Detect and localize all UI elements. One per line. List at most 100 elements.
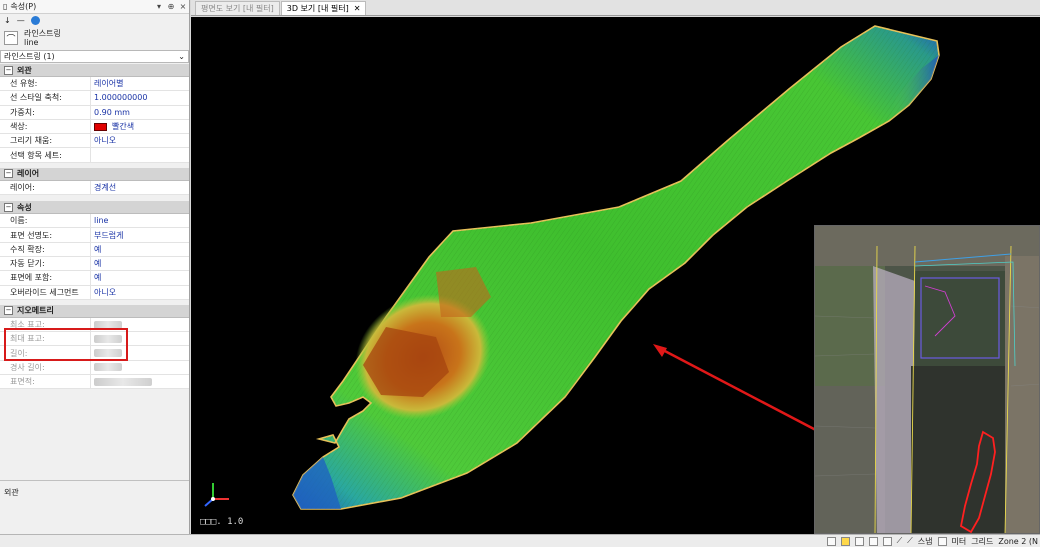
section-geometry-header[interactable]: − 지오메트리 xyxy=(0,304,189,318)
blurred-value xyxy=(91,361,189,374)
object-selector-value: 라인스트링 (1) xyxy=(4,52,55,61)
view-scale-label: □□□. 1.0 xyxy=(200,517,244,527)
object-name: line xyxy=(24,38,39,47)
linestring-icon: ⌒ xyxy=(4,31,18,45)
close-icon[interactable]: × xyxy=(177,2,189,11)
property-key: 레이어: xyxy=(0,180,91,195)
property-row[interactable]: 수직 확장: 예 xyxy=(0,242,189,257)
object-type: 라인스트링 xyxy=(24,29,61,38)
property-row[interactable]: 이름: line xyxy=(0,214,189,229)
properties-panel-title: 속성(P) xyxy=(10,2,37,11)
status-bar: ⟋ ⟋ 스냅 미터 그리드 Zone 2 (N xyxy=(0,534,1040,547)
document-icon: ▯ xyxy=(3,2,8,11)
property-row[interactable]: 선 유형: 레이어별 xyxy=(0,77,189,92)
property-value[interactable]: 아니오 xyxy=(91,134,189,147)
view-tabbar: 평면도 보기 [내 필터] 3D 보기 [내 필터] ✕ xyxy=(191,0,1040,16)
property-value[interactable]: 예 xyxy=(91,243,189,256)
collapse-icon[interactable]: − xyxy=(4,169,13,179)
aerial-photo xyxy=(815,226,1039,533)
property-key: 선택 항목 세트: xyxy=(0,148,91,162)
property-key: 선 스타일 축척: xyxy=(0,91,91,105)
zoom-icon[interactable] xyxy=(854,536,864,546)
property-value[interactable]: 레이어별 xyxy=(91,77,189,90)
aerial-map-inset xyxy=(814,225,1040,534)
property-value[interactable]: 아니오 xyxy=(91,286,189,299)
description-area: 외관 xyxy=(0,480,189,534)
section-title: 지오메트리 xyxy=(17,306,54,316)
property-key: 표면적: xyxy=(0,375,91,389)
property-value[interactable]: 예 xyxy=(91,271,189,284)
property-key: 색상: xyxy=(0,119,91,134)
section-appearance-header[interactable]: − 외관 xyxy=(0,64,189,77)
blurred-value xyxy=(91,375,189,388)
3d-viewport[interactable]: □□□. 1.0 xyxy=(191,17,1040,534)
tab-label: 3D 보기 [내 필터] xyxy=(286,4,349,13)
pin-icon[interactable]: ⊕ xyxy=(165,2,177,11)
object-selector-dropdown[interactable]: 라인스트링 (1) ⌄ xyxy=(0,50,189,63)
collapse-icon[interactable]: − xyxy=(4,202,13,212)
coordinate-icon[interactable] xyxy=(826,536,836,546)
property-value[interactable]: 경계선 xyxy=(91,181,189,194)
property-row[interactable]: 색상: 빨간색 xyxy=(0,119,189,135)
tab-plan-view[interactable]: 평면도 보기 [내 필터] xyxy=(195,1,280,15)
selected-object-info: ⌒ 라인스트링 line xyxy=(0,27,189,49)
property-row[interactable]: 선택 항목 세트: xyxy=(0,148,189,163)
property-value[interactable] xyxy=(91,148,189,161)
property-key: 오버라이드 세그먼트 xyxy=(0,285,91,299)
properties-toolbar: ↓ — xyxy=(0,14,189,27)
snap-label[interactable]: 스냅 xyxy=(918,536,933,547)
property-row[interactable]: 레이어: 경계선 xyxy=(0,180,189,196)
property-row[interactable]: 가중치: 0.90 mm xyxy=(0,105,189,120)
properties-panel: ▯ 속성(P) ▾ ⊕ × ↓ — ⌒ 라인스트링 line 라인스트링 (1)… xyxy=(0,0,190,534)
property-value[interactable]: 예 xyxy=(91,257,189,270)
color-value[interactable]: 빨간색 xyxy=(91,120,189,133)
tab-3d-view[interactable]: 3D 보기 [내 필터] ✕ xyxy=(280,1,367,15)
property-key: 자동 닫기: xyxy=(0,256,91,271)
property-value[interactable]: line xyxy=(91,214,189,227)
property-value[interactable]: 0.90 mm xyxy=(91,106,189,119)
property-key: 수직 확장: xyxy=(0,242,91,256)
section-title: 외관 xyxy=(17,65,32,75)
unit-label[interactable]: 미터 xyxy=(952,536,967,547)
property-value[interactable]: 부드럽게 xyxy=(91,228,189,241)
property-key: 그리기 채움: xyxy=(0,134,91,148)
close-icon[interactable]: ✕ xyxy=(354,4,361,13)
zone-label[interactable]: Zone 2 (N xyxy=(998,537,1038,546)
property-row[interactable]: 표면 선명도: 부드럽게 xyxy=(0,228,189,243)
collapse-icon[interactable]: − xyxy=(4,65,13,75)
highlight-box xyxy=(4,328,128,361)
property-key: 선 유형: xyxy=(0,77,91,91)
color-name: 빨간색 xyxy=(112,122,135,132)
minimize-icon[interactable]: — xyxy=(17,16,25,25)
quick-select-icon[interactable] xyxy=(30,16,40,25)
unit-icon[interactable] xyxy=(937,536,947,546)
collapse-icon[interactable]: − xyxy=(4,306,13,316)
property-row: 표면적: xyxy=(0,375,189,390)
properties-panel-header: ▯ 속성(P) ▾ ⊕ × xyxy=(0,0,189,14)
property-value[interactable]: 1.000000000 xyxy=(91,91,189,104)
description-title: 외관 xyxy=(4,488,19,497)
property-key: 경사 길이: xyxy=(0,360,91,375)
color-swatch xyxy=(94,122,107,131)
property-row[interactable]: 오버라이드 세그먼트 아니오 xyxy=(0,285,189,300)
chevron-down-icon: ⌄ xyxy=(178,52,185,61)
property-row[interactable]: 선 스타일 축척: 1.000000000 xyxy=(0,91,189,106)
section-title: 레이어 xyxy=(17,169,40,179)
layer-icon[interactable] xyxy=(868,536,878,546)
property-row[interactable]: 그리기 채움: 아니오 xyxy=(0,134,189,149)
section-layer-header[interactable]: − 레이어 xyxy=(0,167,189,181)
property-row: 경사 길이: xyxy=(0,360,189,376)
section-attributes-header[interactable]: − 속성 xyxy=(0,201,189,215)
grid-icon[interactable] xyxy=(882,536,892,546)
property-key: 표면에 포함: xyxy=(0,271,91,285)
dropdown-icon[interactable]: ▾ xyxy=(153,2,165,11)
measure-icon[interactable]: ⟋ xyxy=(897,536,903,546)
grid-label[interactable]: 그리드 xyxy=(971,536,993,547)
property-row[interactable]: 자동 닫기: 예 xyxy=(0,256,189,272)
property-key: 이름: xyxy=(0,214,91,228)
ruler-icon[interactable]: ⟋ xyxy=(907,536,913,546)
property-row[interactable]: 표면에 포함: 예 xyxy=(0,271,189,286)
snap-toggle-icon[interactable] xyxy=(840,536,850,546)
pick-icon[interactable]: ↓ xyxy=(4,16,11,25)
app-window: ▯ 속성(P) ▾ ⊕ × ↓ — ⌒ 라인스트링 line 라인스트링 (1)… xyxy=(0,0,1040,547)
